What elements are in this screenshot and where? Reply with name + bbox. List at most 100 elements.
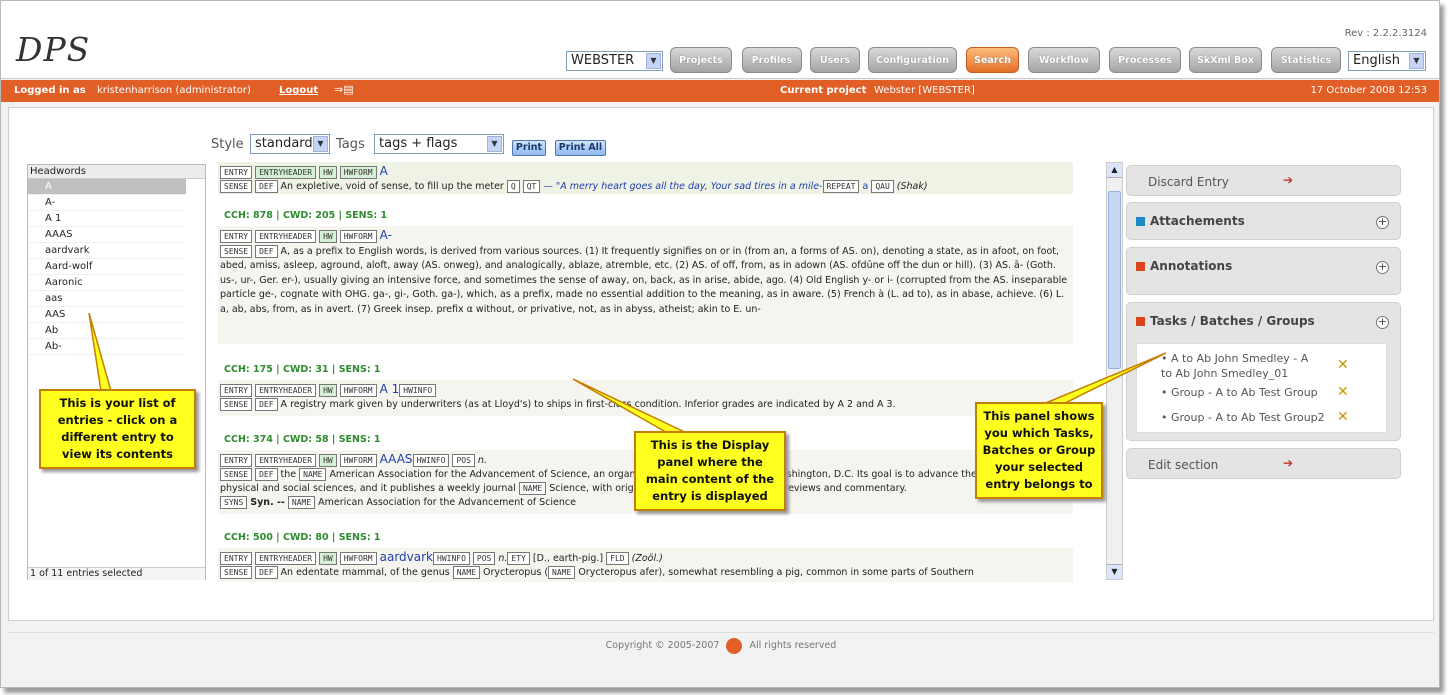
tasks-list: • A to Ab John Smedley - A to Ab John Sm… — [1136, 343, 1387, 433]
entry-block[interactable]: ENTRY ENTRYHEADER HW HWFORM A SENSE DEF An exp… — [218, 162, 1073, 194]
headword: A 1 — [379, 382, 400, 396]
scroll-thumb[interactable] — [1108, 191, 1121, 369]
list-item[interactable]: A- — [28, 195, 186, 211]
tag-entry: ENTRY — [220, 384, 253, 397]
list-item[interactable]: aas — [28, 291, 186, 307]
definition-text: A, as a prefix to English words, is deri… — [220, 245, 1068, 315]
tag-name: NAME — [548, 566, 576, 579]
nav-profiles[interactable]: Profiles — [742, 47, 802, 73]
tag-entry: ENTRY — [220, 230, 253, 243]
list-item[interactable]: AAAS — [28, 227, 186, 243]
tag-hw: HW — [319, 454, 337, 467]
entry-block[interactable]: ENTRY ENTRYHEADER HW HWFORM A- SENSE DEF A, as… — [218, 226, 1073, 344]
tag-entryheader: ENTRYHEADER — [255, 166, 317, 179]
arrow-right-icon[interactable]: ➔ — [1283, 173, 1293, 187]
project-select[interactable]: WEBSTER ▼ — [566, 51, 663, 71]
language-select-value: English — [1353, 53, 1400, 68]
copyright-text: Copyright © 2005-2007 — [605, 640, 720, 651]
headword: A — [379, 164, 388, 178]
square-icon — [1136, 217, 1145, 226]
nav-configuration[interactable]: Configuration — [868, 47, 957, 73]
tasks-title: Tasks / Batches / Groups — [1136, 314, 1315, 328]
tags-select-value: tags + flags — [379, 136, 458, 151]
tags-select[interactable]: tags + flags ▼ — [374, 134, 504, 154]
expand-icon[interactable]: + — [1376, 261, 1389, 274]
status-bar: Logged in as kristenharrison (administra… — [1, 80, 1439, 102]
list-item[interactable]: • Group - A to Ab Test Group2 — [1161, 411, 1341, 424]
date-time: 17 October 2008 12:53 — [1310, 85, 1427, 96]
arrow-right-icon[interactable]: ➔ — [1283, 456, 1293, 470]
current-project: Webster [WEBSTER] — [874, 85, 975, 96]
tag-sense: SENSE — [220, 468, 253, 481]
chevron-down-icon: ▼ — [646, 53, 661, 69]
attachments-title: Attachements — [1136, 214, 1245, 228]
nav-search[interactable]: Search — [966, 47, 1019, 73]
nav-processes[interactable]: Processes — [1109, 47, 1181, 73]
list-item[interactable]: AAS — [28, 307, 186, 323]
style-select[interactable]: standard ▼ — [250, 134, 330, 154]
scroll-down-icon[interactable]: ▼ — [1107, 564, 1122, 579]
field-label: (Zoöl.) — [631, 553, 663, 564]
list-item[interactable]: • A to Ab John Smedley - A to Ab John Sm… — [1161, 351, 1321, 381]
tag-sense: SENSE — [220, 398, 253, 411]
list-item[interactable]: • Group - A to Ab Test Group — [1161, 386, 1321, 399]
expand-icon[interactable]: + — [1376, 216, 1389, 229]
entry-meta: CCH: 500 | CWD: 80 | SENS: 1 — [224, 532, 381, 543]
expand-icon[interactable]: + — [1376, 316, 1389, 329]
headword-list: Headwords A A- A 1 AAAS aardvark Aard-wo… — [27, 164, 206, 580]
header: DPS Rev : 2.2.2.3124 WEBSTER ▼ Projects … — [1, 1, 1439, 79]
list-item[interactable]: Ab — [28, 323, 186, 339]
export-icon[interactable]: ⇒▤ — [334, 83, 364, 98]
list-item[interactable]: Aard-wolf — [28, 259, 186, 275]
nav-users[interactable]: Users — [810, 47, 860, 73]
nav-skxml-box[interactable]: SkXml Box — [1189, 47, 1262, 73]
tag-syns: SYNS — [220, 496, 248, 509]
tag-hwform: HWFORM — [339, 384, 377, 397]
display-panel: ENTRY ENTRYHEADER HW HWFORM A SENSE DEF An exp… — [218, 162, 1114, 582]
list-item[interactable]: Aaronic — [28, 275, 186, 291]
entry-block[interactable]: ENTRY ENTRYHEADER HW HWFORM A 1 HWINFO SENSE D… — [218, 380, 1073, 416]
synonym-label: Syn. -- — [250, 497, 285, 508]
print-button[interactable]: Print — [512, 140, 546, 156]
discard-entry-panel[interactable]: Discard Entry ➔ — [1126, 165, 1401, 196]
print-all-button[interactable]: Print All — [555, 140, 606, 156]
tag-entryheader: ENTRYHEADER — [255, 384, 317, 397]
nav-workflow[interactable]: Workflow — [1028, 47, 1100, 73]
list-status: 1 of 11 entries selected — [28, 567, 205, 580]
edit-section-panel[interactable]: Edit section ➔ — [1126, 448, 1401, 479]
list-item[interactable]: A 1 — [28, 211, 186, 227]
nav-statistics[interactable]: Statistics — [1271, 47, 1341, 73]
tag-sense: SENSE — [220, 566, 253, 579]
square-icon — [1136, 262, 1145, 271]
list-item[interactable]: aardvark — [28, 243, 186, 259]
remove-icon[interactable]: ✕ — [1337, 409, 1349, 425]
app-window: DPS Rev : 2.2.2.3124 WEBSTER ▼ Projects … — [0, 0, 1440, 688]
entry-block[interactable]: ENTRY ENTRYHEADER HW HWFORM aardvark HWINFO PO… — [218, 548, 1073, 582]
display-scrollbar[interactable]: ▲ ▼ — [1106, 162, 1123, 580]
list-item[interactable]: Ab- — [28, 339, 186, 355]
quote-text: — "A merry heart goes all the day, Your … — [543, 181, 823, 192]
cch-value: CCH: 500 — [224, 532, 273, 543]
list-item[interactable]: A — [28, 179, 186, 195]
attachments-panel: Attachements + — [1126, 202, 1401, 240]
nav-projects[interactable]: Projects — [670, 47, 732, 73]
language-select[interactable]: English ▼ — [1348, 51, 1426, 71]
attachments-label: Attachements — [1150, 214, 1245, 228]
remove-icon[interactable]: ✕ — [1337, 357, 1349, 373]
callout-display: This is the Display panel where the main… — [634, 431, 786, 511]
tag-hwform: HWFORM — [339, 552, 377, 565]
definition-text: Orycteropus ( — [483, 567, 549, 578]
part-of-speech: n. — [498, 553, 508, 564]
scroll-up-icon[interactable]: ▲ — [1107, 163, 1122, 178]
sens-value: SENS: 1 — [338, 364, 381, 375]
tag-hwinfo: HWINFO — [399, 384, 437, 397]
definition-text: A registry mark given by underwriters (a… — [280, 399, 896, 410]
logout-link[interactable]: Logout — [279, 80, 318, 102]
project-select-value: WEBSTER — [571, 53, 635, 68]
remove-icon[interactable]: ✕ — [1337, 384, 1349, 400]
etymology-text: [D., earth-pig.] — [532, 553, 604, 564]
tag-entry: ENTRY — [220, 552, 253, 565]
task-item-label: Group - A to Ab Test Group2 — [1171, 411, 1325, 424]
headword: AAAS — [379, 452, 413, 466]
tag-hw: HW — [319, 384, 337, 397]
